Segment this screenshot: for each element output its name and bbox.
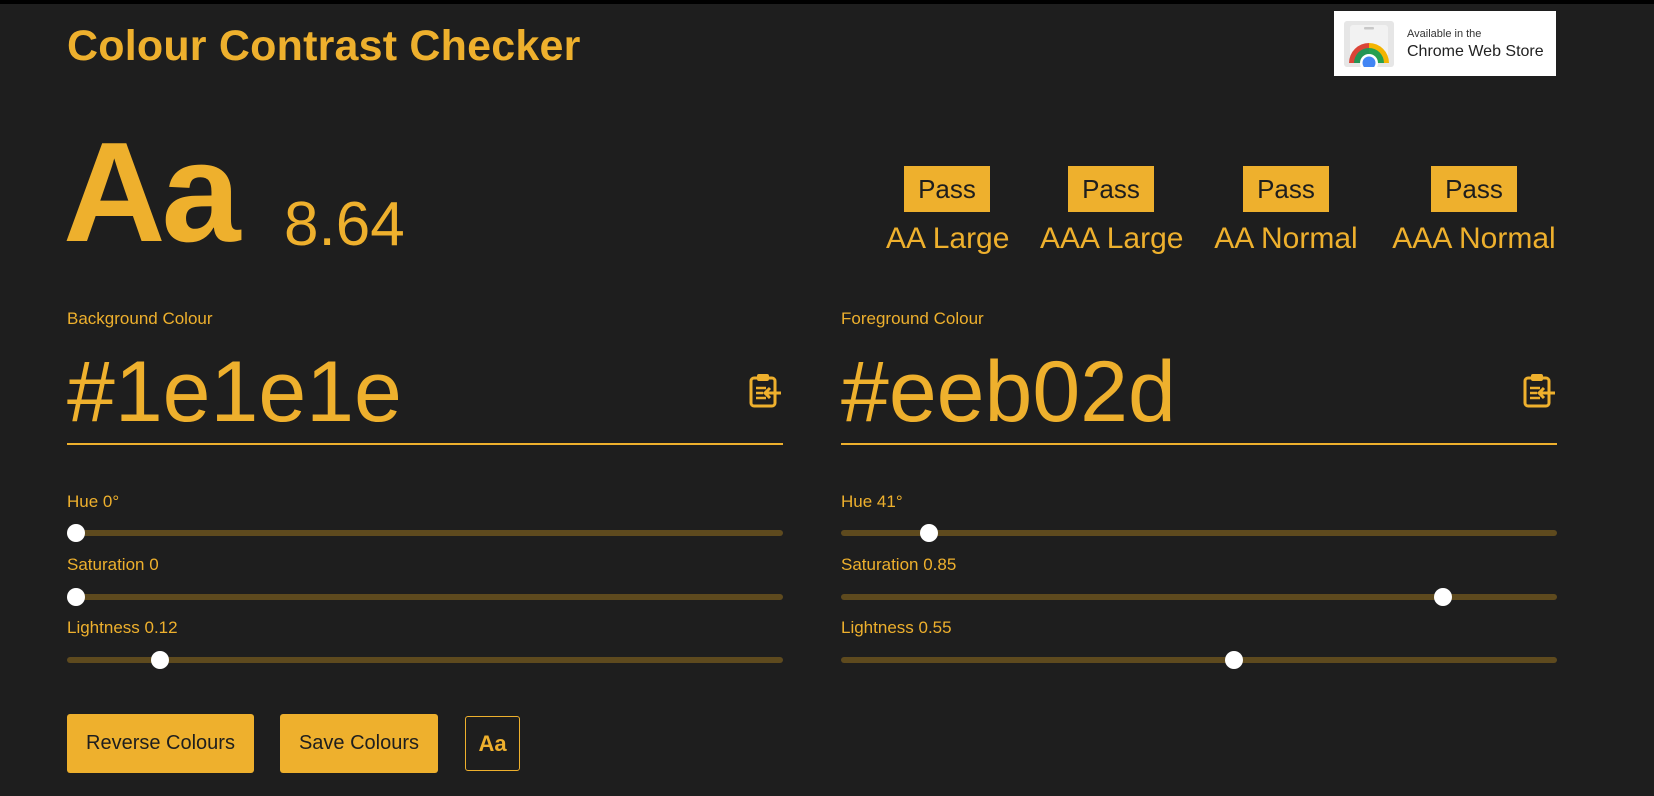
foreground-paste-button[interactable] xyxy=(1521,372,1557,412)
foreground-lightness-label: Lightness 0.55 xyxy=(841,618,952,637)
slider-thumb[interactable] xyxy=(920,524,939,542)
contrast-preview-sample: Aa xyxy=(63,113,241,272)
app-window: Colour Contrast Checker Available in the… xyxy=(0,4,1654,796)
result-level-label: AAA Large xyxy=(1040,222,1184,255)
store-badge-line1: Available in the xyxy=(1407,28,1482,40)
status-badge: Pass xyxy=(1243,166,1329,212)
foreground-saturation-slider[interactable] xyxy=(841,588,1557,606)
background-colour-label: Background Colour xyxy=(67,309,213,328)
slider-thumb[interactable] xyxy=(1434,588,1453,606)
status-badge: Pass xyxy=(1068,166,1154,212)
result-aaa-large: Pass AAA Large xyxy=(1040,166,1184,256)
background-hex-input[interactable] xyxy=(67,344,687,440)
foreground-hue-slider[interactable] xyxy=(841,524,1557,542)
result-aa-large: Pass AA Large xyxy=(886,166,1010,256)
background-lightness-label: Lightness 0.12 xyxy=(67,618,178,637)
foreground-lightness-slider[interactable] xyxy=(841,651,1557,669)
slider-thumb[interactable] xyxy=(67,588,85,606)
result-aa-normal: Pass AA Normal xyxy=(1212,166,1360,256)
result-level-label: AAA Normal xyxy=(1392,222,1556,255)
store-badge-line2: Chrome Web Store xyxy=(1407,43,1544,60)
background-hex-underline xyxy=(67,443,783,445)
result-aaa-normal: Pass AAA Normal xyxy=(1390,166,1558,256)
contrast-ratio-value: 8.64 xyxy=(284,190,405,259)
background-lightness-slider[interactable] xyxy=(67,651,783,669)
foreground-saturation-label: Saturation 0.85 xyxy=(841,555,957,574)
slider-thumb[interactable] xyxy=(1224,651,1243,669)
foreground-hex-underline xyxy=(841,443,1557,445)
save-colours-button[interactable]: Save Colours xyxy=(280,714,438,773)
foreground-hex-input[interactable] xyxy=(841,344,1461,440)
slider-thumb[interactable] xyxy=(150,651,169,669)
status-badge: Pass xyxy=(904,166,990,212)
background-paste-button[interactable] xyxy=(747,372,783,412)
chrome-web-store-icon xyxy=(1344,21,1394,67)
background-hue-slider[interactable] xyxy=(67,524,783,542)
chrome-web-store-badge[interactable]: Available in the Chrome Web Store xyxy=(1334,11,1556,76)
status-badge: Pass xyxy=(1431,166,1517,212)
clipboard-paste-icon xyxy=(1523,374,1555,408)
result-level-label: AA Normal xyxy=(1214,222,1358,255)
page-title: Colour Contrast Checker xyxy=(67,22,581,70)
background-hue-label: Hue 0° xyxy=(67,492,120,511)
slider-thumb[interactable] xyxy=(67,524,85,542)
reverse-colours-button[interactable]: Reverse Colours xyxy=(67,714,254,773)
foreground-hue-label: Hue 41° xyxy=(841,492,903,511)
font-toggle-button[interactable]: Aa xyxy=(465,716,520,771)
background-saturation-slider[interactable] xyxy=(67,588,783,606)
result-level-label: AA Large xyxy=(886,222,1010,255)
foreground-colour-label: Foreground Colour xyxy=(841,309,984,328)
background-saturation-label: Saturation 0 xyxy=(67,555,159,574)
clipboard-paste-icon xyxy=(749,374,781,408)
